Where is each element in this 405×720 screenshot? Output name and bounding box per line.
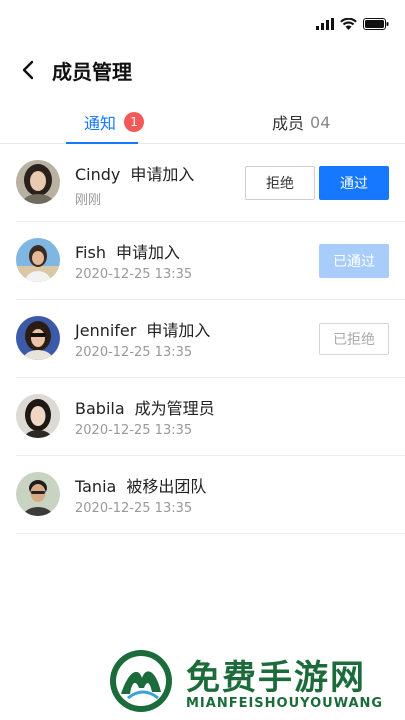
notification-action: 成为管理员 — [134, 399, 215, 418]
notification-title: Tania 被移出团队 — [75, 473, 206, 497]
notification-list: Cindy 申请加入 刚刚 拒绝 通过 Fish 申请加入 2020-12-25 1… — [16, 144, 405, 534]
member-name: Cindy — [75, 165, 121, 184]
status-bar — [0, 0, 405, 44]
watermark-subtitle: MIANFEISHOUYOUWANG — [186, 696, 384, 711]
member-name: Babila — [75, 399, 125, 418]
notification-title: Fish 申请加入 — [75, 239, 180, 263]
member-count: 04 — [310, 112, 331, 132]
list-item: Fish 申请加入 2020-12-25 13:35 已通过 — [16, 222, 405, 300]
notification-action: 申请加入 — [146, 321, 211, 340]
avatar — [16, 472, 60, 516]
approve-button[interactable]: 通过 — [319, 166, 389, 200]
notification-title: Jennifer 申请加入 — [75, 317, 210, 341]
notification-title: Babila 成为管理员 — [75, 395, 215, 419]
watermark-title: 免费手游网 — [186, 658, 366, 698]
list-item: Tania 被移出团队 2020-12-25 13:35 — [16, 456, 405, 534]
notification-time: 2020-12-25 13:35 — [75, 501, 193, 516]
tab-bar: 通知 1 成员 04 — [0, 100, 405, 144]
notification-title: Cindy 申请加入 — [75, 161, 194, 185]
notification-time: 刚刚 — [75, 193, 102, 208]
notification-action: 被移出团队 — [126, 477, 207, 496]
rejected-status-button: 已拒绝 — [319, 323, 389, 355]
status-icons — [316, 15, 389, 34]
notification-time: 2020-12-25 13:35 — [75, 267, 193, 282]
tab-members-label: 成员 — [272, 114, 305, 133]
battery-icon — [363, 15, 389, 34]
avatar — [16, 316, 60, 360]
list-item: Cindy 申请加入 刚刚 拒绝 通过 — [16, 144, 405, 222]
chevron-left-icon — [21, 60, 35, 84]
avatar — [16, 160, 60, 204]
notification-action: 申请加入 — [130, 165, 195, 184]
reject-button[interactable]: 拒绝 — [245, 166, 315, 200]
watermark: 免费手游网 MIANFEISHOUYOUWANG — [108, 648, 398, 718]
tab-notifications-label: 通知 — [84, 114, 117, 133]
notification-time: 2020-12-25 13:35 — [75, 345, 193, 360]
wifi-icon — [340, 15, 357, 34]
avatar — [16, 394, 60, 438]
member-name: Jennifer — [75, 321, 137, 340]
approved-status-button: 已通过 — [319, 244, 389, 278]
list-item: Jennifer 申请加入 2020-12-25 13:35 已拒绝 — [16, 300, 405, 378]
signal-icon — [316, 15, 334, 34]
list-item: Babila 成为管理员 2020-12-25 13:35 — [16, 378, 405, 456]
avatar — [16, 238, 60, 282]
nav-bar: 成员管理 — [0, 50, 405, 94]
tab-notifications[interactable]: 通知 1 — [84, 100, 145, 144]
watermark-logo-icon — [108, 648, 174, 714]
page-title: 成员管理 — [52, 60, 132, 84]
member-name: Fish — [75, 243, 106, 262]
unread-badge: 1 — [124, 112, 145, 132]
notification-time: 2020-12-25 13:35 — [75, 423, 193, 438]
tab-members[interactable]: 成员 04 — [272, 100, 330, 144]
notification-action: 申请加入 — [115, 243, 180, 262]
member-name: Tania — [75, 477, 117, 496]
back-button[interactable] — [14, 58, 42, 86]
